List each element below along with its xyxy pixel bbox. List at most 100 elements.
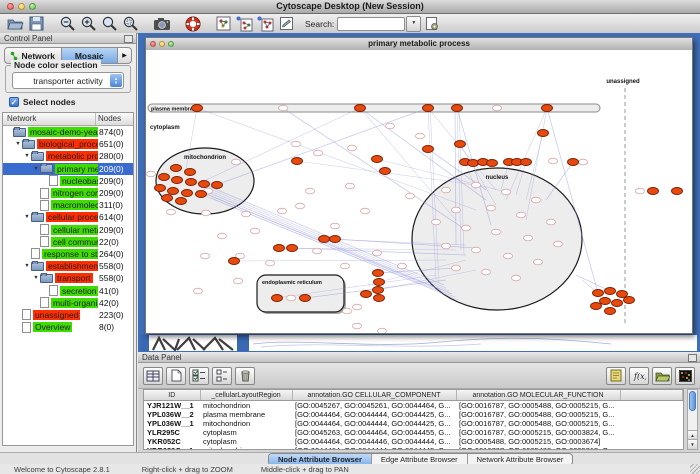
network-node-colored[interactable]: [355, 105, 366, 112]
table-column-header[interactable]: annotation.GO MOLECULAR_FUNCTION: [456, 390, 620, 401]
import-attributes-icon[interactable]: [652, 367, 672, 385]
table-row[interactable]: YJR121W__1mitochondrion[GO:0045267, GO:0…: [144, 401, 683, 411]
network-node-unselected[interactable]: [346, 183, 355, 189]
network-node-colored[interactable]: [192, 105, 203, 112]
table-column-header[interactable]: annotation.GO CELLULAR_COMPONENT: [292, 390, 456, 401]
network-node-unselected[interactable]: [201, 253, 210, 259]
network-node-colored[interactable]: [455, 141, 466, 148]
network-node-unselected[interactable]: [251, 228, 260, 234]
network-node-colored[interactable]: [624, 297, 635, 304]
network-node-unselected[interactable]: [353, 304, 362, 310]
network-node-unselected[interactable]: [167, 209, 176, 215]
network-node-colored[interactable]: [521, 159, 532, 166]
network-node-colored[interactable]: [374, 279, 385, 286]
network-node-unselected[interactable]: [406, 193, 415, 199]
table-row[interactable]: YPL036W__2plasma membrane[GO:0044464, GO…: [144, 410, 683, 419]
network-node-colored[interactable]: [162, 195, 173, 202]
table-cell[interactable]: YPL036W__1: [144, 419, 200, 428]
network-node-colored[interactable]: [468, 160, 479, 167]
window-titlebar[interactable]: Cytoscape Desktop (New Session): [0, 0, 700, 14]
tree-row[interactable]: Overview8(0): [3, 321, 133, 333]
heatmap-icon[interactable]: [675, 367, 695, 385]
table-cell[interactable]: [GO:0044464, GO:0044444, GO:0044425, G..…: [292, 410, 456, 419]
network-node-colored[interactable]: [487, 160, 498, 167]
table-row[interactable]: YPL036W__1mitochondrion[GO:0044464, GO:0…: [144, 419, 683, 428]
network-node-colored[interactable]: [605, 308, 616, 315]
minimize-view-icon[interactable]: [159, 41, 165, 47]
attribute-table[interactable]: ID_cellularLayoutRegionannotation.GO CEL…: [143, 389, 684, 450]
network-node-unselected[interactable]: [493, 105, 502, 111]
help-icon[interactable]: [182, 15, 203, 33]
network-node-colored[interactable]: [196, 191, 207, 198]
network-node-colored[interactable]: [185, 169, 196, 176]
network-node-unselected[interactable]: [386, 123, 395, 129]
tab-overflow-icon[interactable]: ▶: [117, 48, 131, 63]
zoom-view-icon[interactable]: [168, 41, 174, 47]
network-node-colored[interactable]: [423, 105, 434, 112]
network-node-colored[interactable]: [274, 245, 285, 252]
network-node-unselected[interactable]: [452, 207, 461, 213]
tree-column-nodes[interactable]: Nodes: [96, 113, 133, 125]
network-edge[interactable]: [216, 108, 428, 185]
close-view-icon[interactable]: [150, 41, 156, 47]
network-node-colored[interactable]: [648, 188, 659, 195]
table-cell[interactable]: [GO:0045263, GO:0044464, GO:0044455, G..…: [292, 428, 456, 437]
table-cell[interactable]: [620, 428, 683, 437]
table-scrollbar[interactable]: ▲ ▼: [687, 389, 698, 450]
network-node-colored[interactable]: [319, 236, 330, 243]
network-node-unselected[interactable]: [353, 323, 362, 329]
network-node-colored[interactable]: [287, 245, 298, 252]
network-node-unselected[interactable]: [194, 288, 203, 294]
attribute-editor-icon[interactable]: [606, 367, 626, 385]
tree-row[interactable]: cell communication22(0): [3, 236, 133, 248]
tree-row[interactable]: ▼biological_process651(0): [3, 138, 133, 150]
table-column-header[interactable]: ID: [144, 390, 200, 401]
network-edge[interactable]: [360, 108, 486, 200]
table-cell[interactable]: plasma membrane: [200, 410, 292, 419]
table-cell[interactable]: YKR052C: [144, 437, 200, 446]
network-node-colored[interactable]: [380, 168, 391, 175]
table-cell[interactable]: YLR295C: [144, 428, 200, 437]
network-node-colored[interactable]: [168, 188, 179, 195]
network-node-colored[interactable]: [155, 185, 166, 192]
expand-arrow-icon[interactable]: ▼: [32, 166, 40, 172]
network-node-unselected[interactable]: [492, 229, 501, 235]
network-node-colored[interactable]: [605, 288, 616, 295]
open-file-icon[interactable]: [5, 15, 26, 33]
close-window-icon[interactable]: [7, 3, 14, 10]
tree-row[interactable]: nitrogen compound metabolic209(0): [3, 187, 133, 199]
search-options-icon[interactable]: [421, 15, 442, 33]
minimize-window-icon[interactable]: [18, 3, 25, 10]
table-cell[interactable]: [620, 437, 683, 446]
select-attributes-icon[interactable]: [189, 367, 209, 385]
scroll-down-icon[interactable]: ▼: [688, 439, 697, 449]
node-color-dropdown[interactable]: transporter activity ▲▼: [12, 72, 124, 89]
network-node-colored[interactable]: [229, 258, 240, 265]
network-node-unselected[interactable]: [279, 105, 288, 111]
resize-grip[interactable]: [690, 464, 700, 474]
snapshot-icon[interactable]: [151, 15, 172, 33]
table-cell[interactable]: cytoplasm: [200, 437, 292, 446]
table-cell[interactable]: [GO:0044464, GO:0044446, GO:0044444, G..…: [292, 437, 456, 446]
network-node-colored[interactable]: [538, 130, 549, 137]
network-node-unselected[interactable]: [534, 259, 543, 265]
zoom-out-icon[interactable]: [57, 15, 78, 33]
network-node-unselected[interactable]: [314, 150, 323, 156]
network-node-colored[interactable]: [542, 105, 553, 112]
table-cell[interactable]: [GO:0016787, GO:0005488, GO:0005215, G..…: [456, 419, 620, 428]
tree-row[interactable]: response to stimulus264(0): [3, 248, 133, 260]
tree-row[interactable]: ▼transport558(0): [3, 272, 133, 284]
network-node-unselected[interactable]: [287, 295, 296, 301]
tree-row[interactable]: macromolecule metabolic311(0): [3, 199, 133, 211]
network-node-unselected[interactable]: [472, 247, 481, 253]
function-builder-icon[interactable]: f(x): [629, 367, 649, 385]
new-attribute-icon[interactable]: [166, 367, 186, 385]
delete-attribute-icon[interactable]: [235, 367, 255, 385]
network-node-colored[interactable]: [591, 303, 602, 310]
table-row[interactable]: YKR052Ccytoplasm[GO:0044464, GO:0044446,…: [144, 437, 683, 446]
network-node-colored[interactable]: [272, 295, 283, 302]
network-node-unselected[interactable]: [373, 250, 382, 256]
tree-row[interactable]: mosaic-demo-yeast874(0): [3, 126, 133, 138]
network-edge[interactable]: [234, 260, 446, 261]
tree-row[interactable]: ▼metabolic process280(0): [3, 150, 133, 162]
